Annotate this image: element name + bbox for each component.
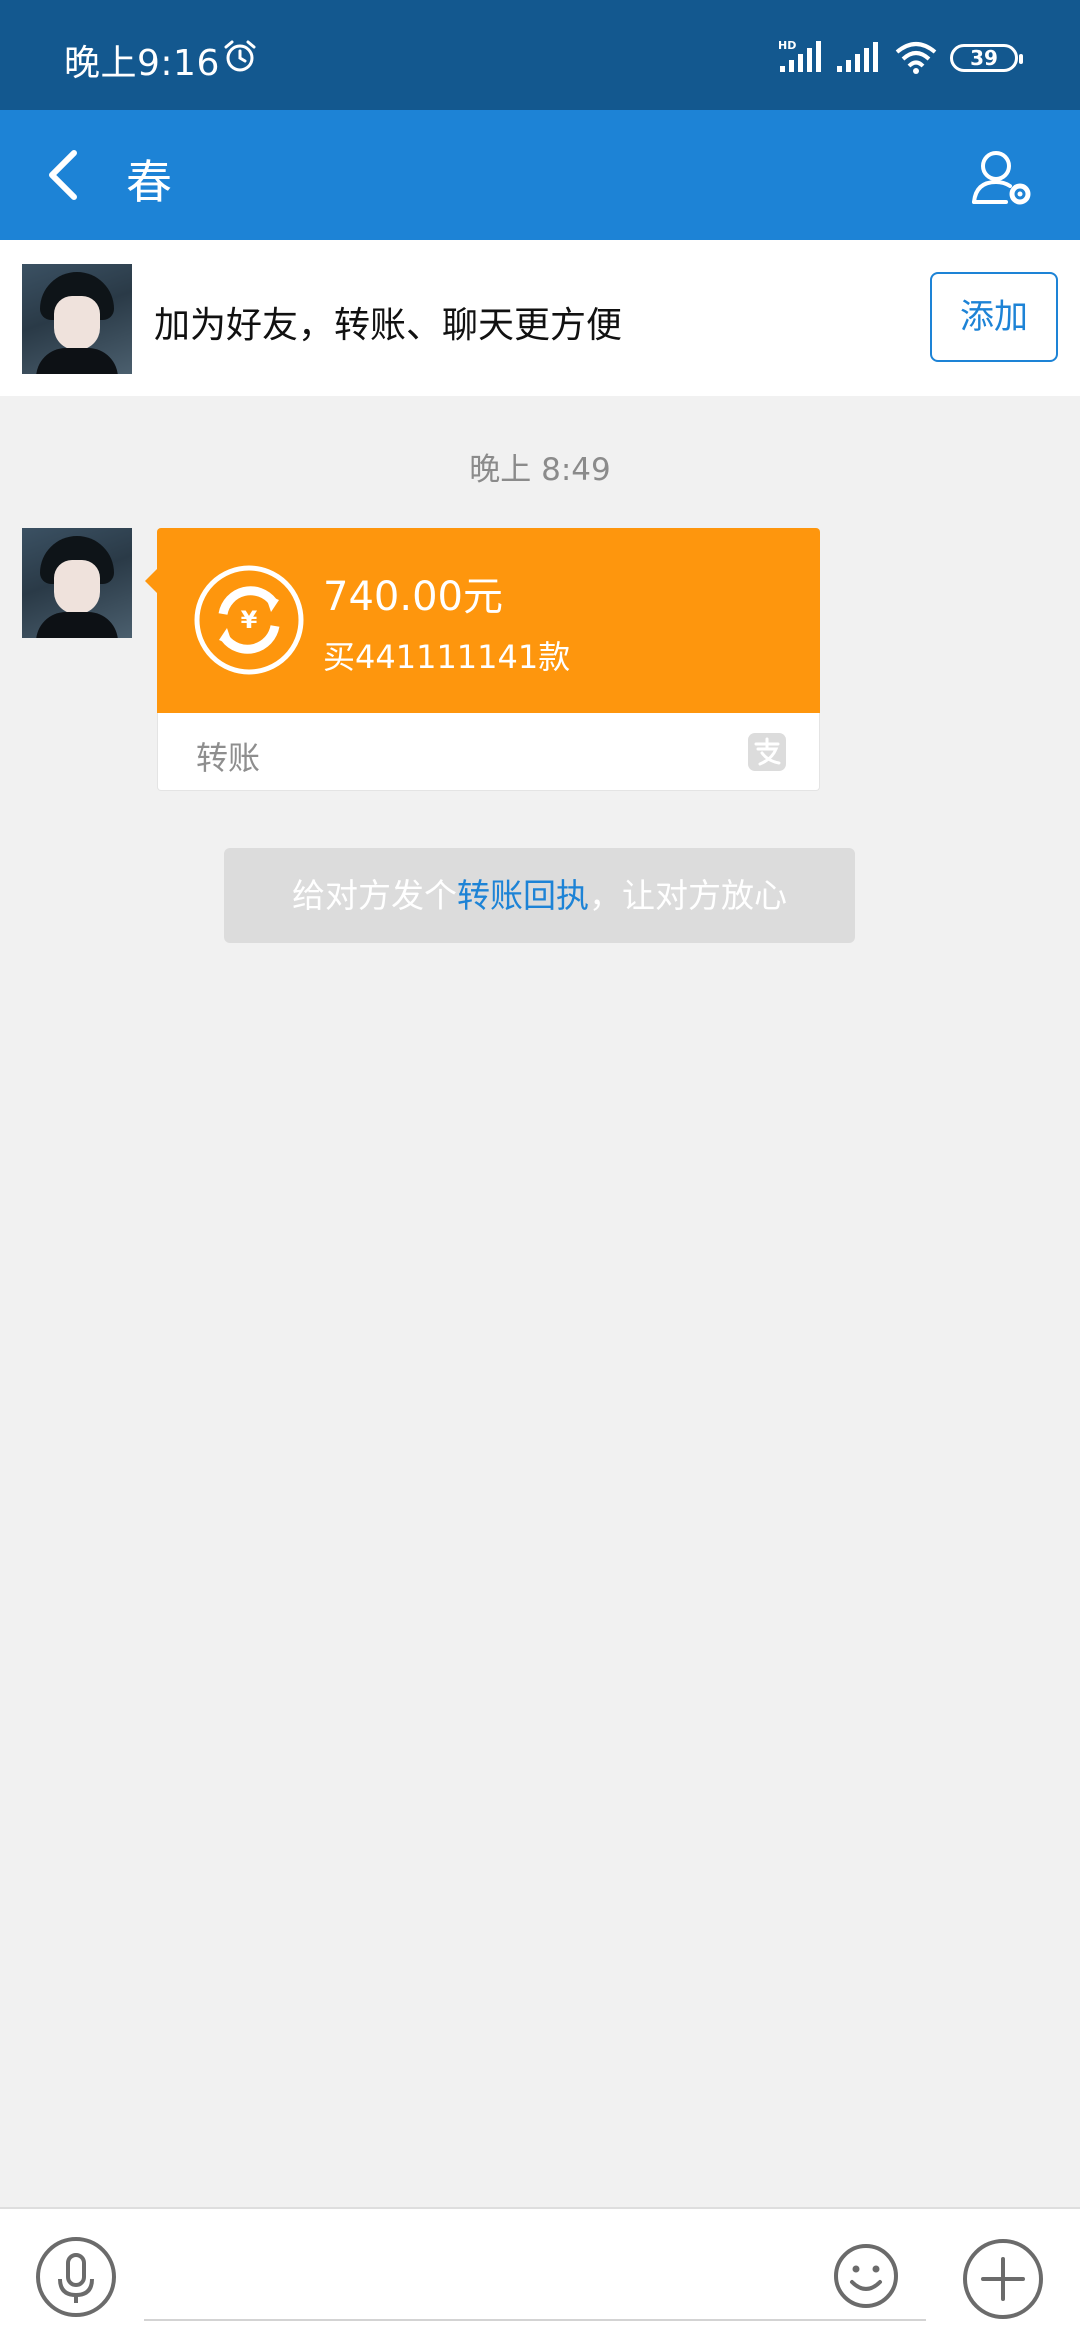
emoji-icon[interactable] [833, 2243, 899, 2309]
microphone-icon[interactable] [34, 2235, 118, 2319]
avatar[interactable] [22, 264, 132, 374]
add-friend-text: 加为好友，转账、聊天更方便 [154, 305, 623, 346]
transfer-memo: 买441111141款 [323, 638, 571, 676]
transfer-label: 转账 [196, 739, 261, 777]
receipt-tip-suffix: ，让对方放心 [589, 876, 787, 915]
user-settings-icon[interactable] [970, 146, 1034, 210]
signal-icon [837, 42, 878, 72]
sender-avatar[interactable] [22, 528, 132, 638]
header-bar: 春 [0, 110, 1080, 240]
receipt-link[interactable]: 转账回执 [457, 876, 589, 915]
transfer-card: ¥ 740.00元 买441111141款 [157, 528, 820, 713]
receipt-tip-prefix: 给对方发个 [292, 876, 457, 915]
back-button[interactable] [40, 145, 90, 205]
message-input[interactable] [144, 2319, 926, 2321]
wifi-icon [895, 42, 937, 74]
alarm-icon [224, 40, 256, 72]
transfer-footer: 转账 [157, 713, 820, 791]
transfer-yuan-icon: ¥ [194, 565, 304, 675]
message-timestamp: 晚上 8:49 [469, 452, 611, 488]
transfer-amount: 740.00元 [323, 574, 503, 620]
transfer-message[interactable]: ¥ 740.00元 买441111141款 转账 [145, 528, 820, 791]
add-friend-bar: 加为好友，转账、聊天更方便 添加 [0, 240, 1080, 396]
page-title: 春 [126, 155, 172, 209]
hd-signal-icon: HD [778, 39, 821, 72]
receipt-tip: 给对方发个转账回执，让对方放心 [224, 848, 855, 943]
input-bar [0, 2207, 1080, 2340]
battery-icon: 39 [950, 44, 1023, 72]
status-bar: 晚上9:16 HD 39 [0, 0, 1080, 110]
add-friend-button[interactable]: 添加 [930, 272, 1058, 362]
status-time: 晚上9:16 [64, 43, 220, 84]
plus-icon[interactable] [961, 2237, 1045, 2321]
alipay-icon [748, 733, 786, 771]
hd-label: HD [778, 39, 796, 52]
svg-text:¥: ¥ [241, 606, 258, 634]
